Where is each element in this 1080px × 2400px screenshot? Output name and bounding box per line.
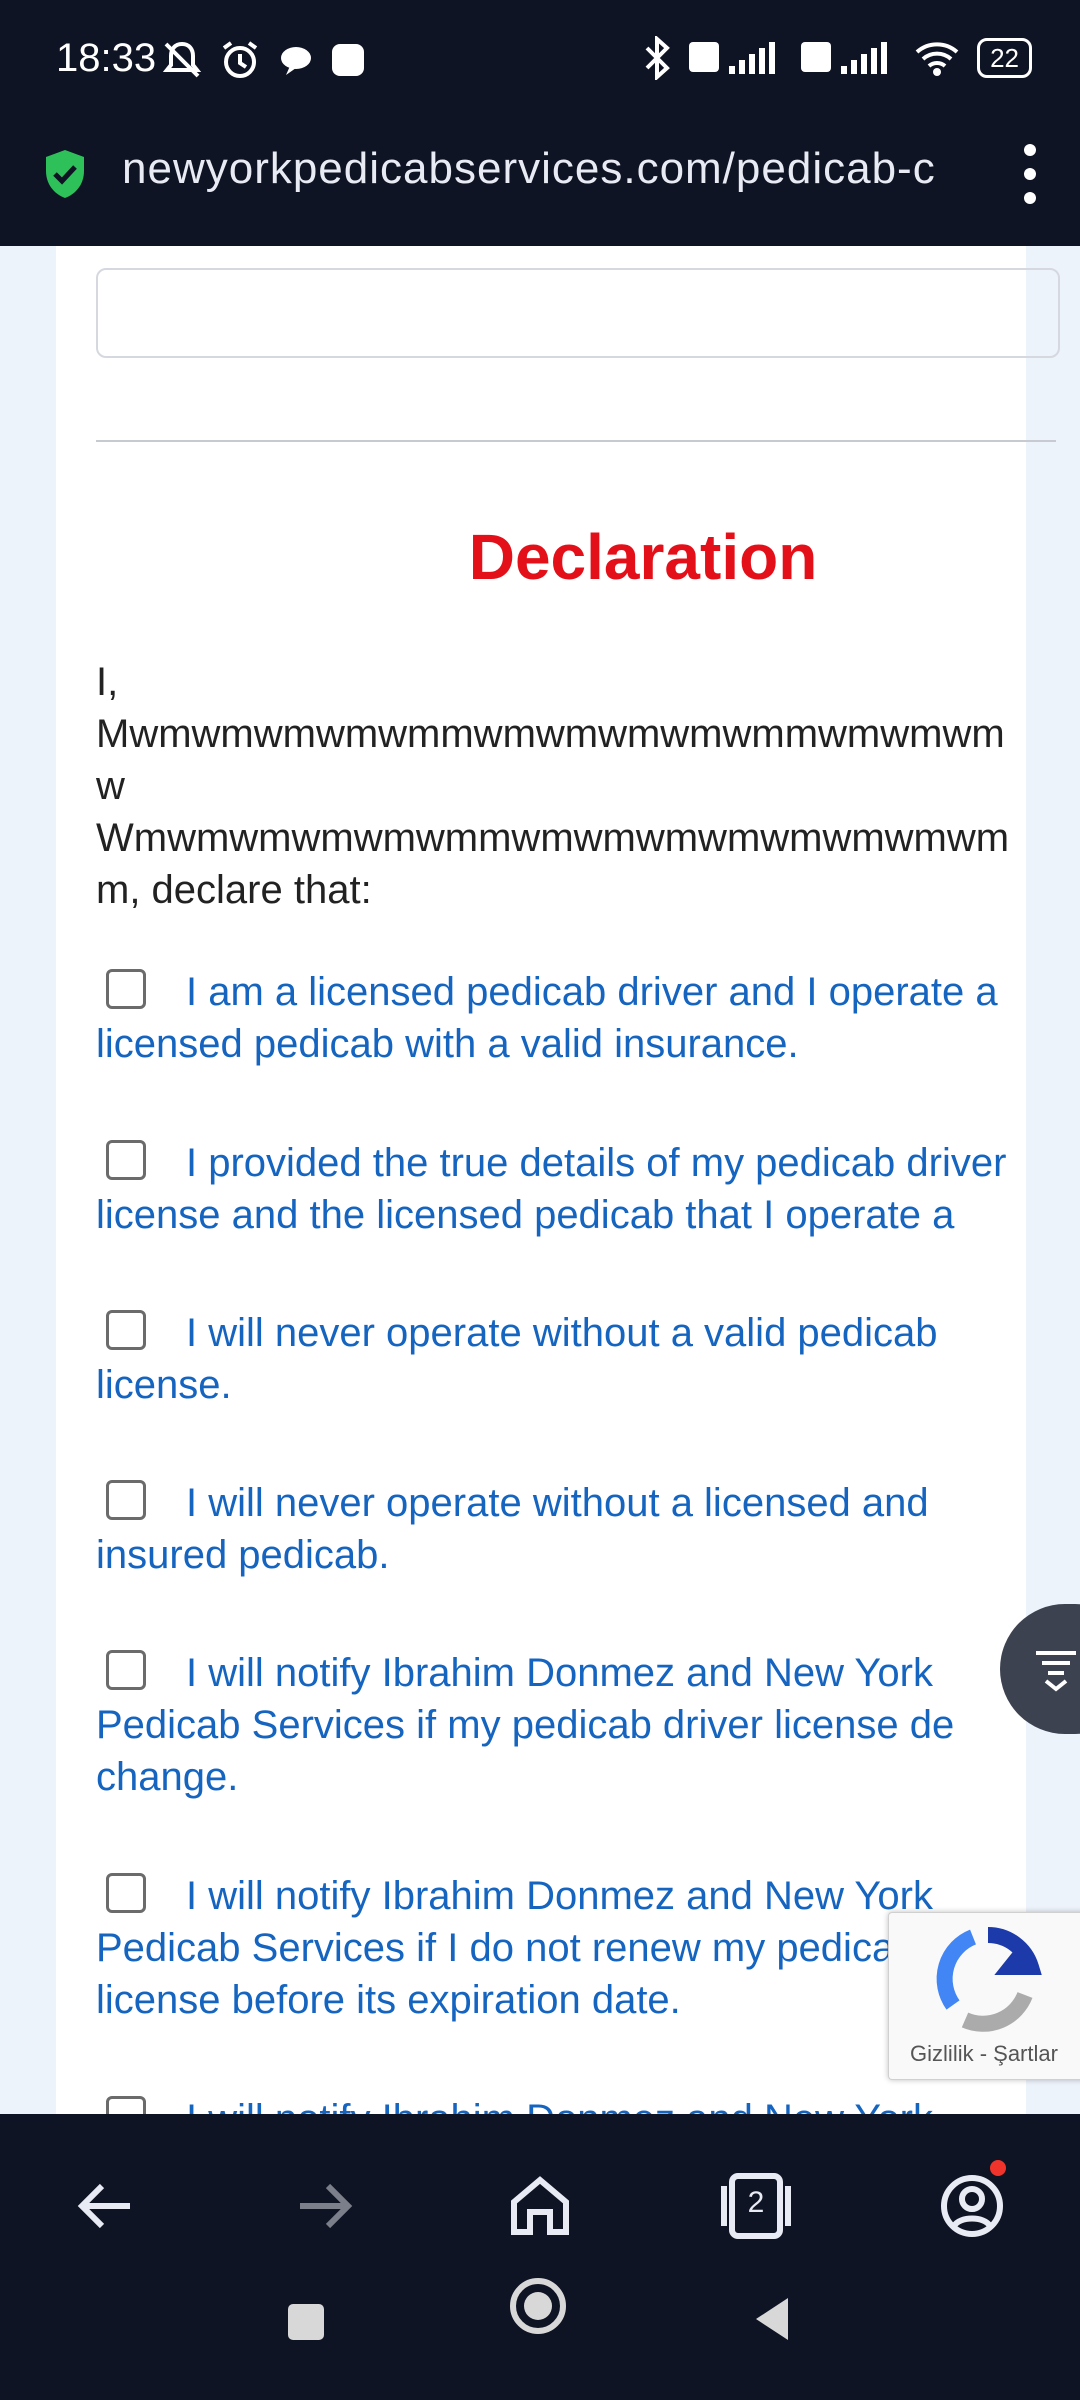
volte-signal-icon [801, 42, 888, 74]
collapse-list-icon [1036, 1651, 1076, 1692]
alarm-icon [222, 41, 258, 78]
declaration-label[interactable]: I will notify Ibrahim Donmez and New Yor… [96, 1651, 954, 1799]
status-time: 18:33 [56, 36, 157, 80]
back-arrow-icon[interactable] [66, 2166, 146, 2246]
system-back-icon[interactable] [752, 2294, 792, 2344]
declaration-item[interactable]: I will never operate without a licensed … [96, 1477, 1080, 1581]
declaration-checkbox[interactable] [106, 1873, 146, 1913]
declaration-checkbox[interactable] [106, 1310, 146, 1350]
page-viewport[interactable]: Declaration I, Mwmwmwmwmwmmwmwmwmwmwmmwm… [0, 246, 1080, 2114]
app-notification-icon [332, 44, 364, 76]
notification-dot [990, 2160, 1006, 2176]
declaration-label[interactable]: I provided the true details of my pedica… [96, 1141, 1006, 1237]
declaration-item[interactable]: I will notify Ibrahim Donmez and New Yor… [96, 1647, 1080, 1803]
declaration-label[interactable]: I will never operate without a valid ped… [96, 1311, 938, 1407]
declaration-heading: Declaration [468, 521, 818, 593]
battery-indicator: 22 [977, 38, 1032, 78]
form-card: Declaration I, Mwmwmwmwmwmmwmwmwmwmwmmwm… [56, 246, 1060, 2114]
wifi-icon [915, 42, 959, 76]
section-divider [96, 440, 1056, 442]
declaration-item[interactable]: I will notify Ibrahim Donmez and New Yor… [96, 2093, 1080, 2114]
form-text-field[interactable] [96, 268, 1060, 358]
declaration-checkbox[interactable] [106, 969, 146, 1009]
tabs-button[interactable]: 2 [716, 2166, 796, 2246]
chat-bubble-icon [281, 47, 311, 75]
recaptcha-logo-icon [936, 1927, 1042, 2032]
forward-arrow-icon[interactable] [284, 2166, 364, 2246]
declaration-label[interactable]: I will notify Ibrahim Donmez and New Yor… [96, 1874, 933, 2022]
bluetooth-icon [645, 36, 670, 80]
declaration-label[interactable]: I will notify Ibrahim Donmez and New Yor… [186, 2097, 933, 2114]
system-status-icons: 22 [643, 36, 1032, 80]
declaration-checkbox[interactable] [106, 1650, 146, 1690]
tab-count: 2 [747, 2186, 765, 2219]
muted-bell-icon [162, 41, 202, 78]
recaptcha-links[interactable]: Gizlilik - Şartlar [889, 2041, 1079, 2067]
declaration-item[interactable]: I provided the true details of my pedica… [96, 1137, 1080, 1241]
browser-bottom-bar: 2 [0, 2114, 1080, 2400]
declaration-label[interactable]: I will never operate without a licensed … [96, 1481, 929, 1577]
declaration-checkbox[interactable] [106, 2096, 146, 2114]
recents-square-icon[interactable] [286, 2302, 326, 2342]
declaration-item[interactable]: I am a licensed pedicab driver and I ope… [96, 966, 1080, 1070]
recaptcha-badge[interactable]: Gizlilik - Şartlar [888, 1912, 1080, 2080]
volte-signal-icon [689, 42, 776, 74]
account-icon [941, 2175, 1003, 2237]
declaration-intro: I, Mwmwmwmwmwmmwmwmwmwmwmmwmwmwm w Wmwmw… [96, 660, 1010, 912]
browser-menu-icon[interactable] [1022, 144, 1038, 204]
home-icon[interactable] [500, 2166, 580, 2246]
browser-url-bar: newyorkpedicabservices.com/pedicab-c [0, 118, 1080, 246]
declaration-item[interactable]: I will never operate without a valid ped… [96, 1307, 1080, 1411]
account-button[interactable] [932, 2160, 1012, 2246]
system-home-icon[interactable] [508, 2276, 568, 2336]
declaration-label[interactable]: I am a licensed pedicab driver and I ope… [96, 970, 998, 1066]
secure-shield-icon[interactable] [42, 148, 88, 200]
declaration-checkbox[interactable] [106, 1140, 146, 1180]
status-bar: 18:33 22 [0, 0, 1080, 118]
declaration-checkbox[interactable] [106, 1480, 146, 1520]
url-text[interactable]: newyorkpedicabservices.com/pedicab-c [122, 144, 982, 194]
notification-icons [160, 38, 366, 82]
